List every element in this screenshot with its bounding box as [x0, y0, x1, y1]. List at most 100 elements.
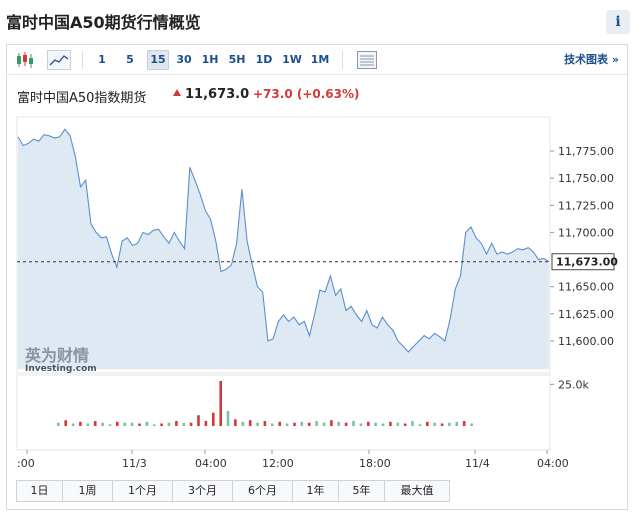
volume-bar	[138, 423, 141, 426]
volume-bar	[93, 421, 97, 426]
instrument-name: 富时中国A50指数期货	[17, 91, 147, 106]
interval-1d[interactable]: 1D	[253, 50, 275, 70]
interval-1m[interactable]: 1M	[308, 50, 332, 70]
time-tick-label: 18:00	[359, 457, 391, 470]
range-3m[interactable]: 3个月	[173, 481, 233, 501]
volume-bar	[293, 422, 296, 426]
volume-bar	[248, 420, 252, 426]
volume-bar	[241, 421, 245, 426]
volume-bar	[212, 412, 215, 426]
range-1d[interactable]: 1日	[17, 481, 63, 501]
volume-bar	[470, 423, 473, 426]
volume-bar	[57, 422, 60, 426]
chart-toolbar: 1 5 15 30 1H 5H 1D 1W 1M 技术图表 »	[7, 45, 627, 75]
time-tick-label: 04:00	[195, 457, 227, 470]
volume-bar	[359, 423, 363, 426]
volume-bar	[374, 422, 377, 426]
volume-bar	[64, 420, 67, 426]
volume-bar	[116, 421, 119, 426]
volume-bar	[307, 422, 311, 426]
interval-1w[interactable]: 1W	[280, 50, 304, 70]
price-chart[interactable]: 11,775.00 11,750.00 11,725.00 11,700.00 11,6…	[7, 105, 627, 495]
interval-1h[interactable]: 1H	[199, 50, 221, 70]
price-tick-label: 11,700.00	[558, 226, 614, 239]
volume-bar	[411, 421, 414, 426]
volume-bar	[152, 424, 156, 426]
time-tick-label: 04:00	[537, 457, 569, 470]
volume-bar	[86, 423, 90, 426]
volume-bar	[130, 422, 134, 426]
volume-bar	[79, 421, 82, 426]
volume-tick-label: 25.0k	[558, 378, 589, 391]
volume-bar	[344, 422, 348, 426]
volume-bar	[352, 421, 355, 426]
range-max[interactable]: 最大值	[385, 481, 449, 501]
volume-bar	[108, 424, 112, 426]
price-tick-label: 11,600.00	[558, 335, 614, 348]
volume-bar	[403, 423, 407, 426]
volume-bar	[197, 415, 200, 426]
volume-bar	[167, 422, 171, 426]
range-1w[interactable]: 1周	[63, 481, 113, 501]
volume-bar	[462, 421, 466, 426]
volume-bar	[389, 421, 392, 426]
instrument-price: 11,673.0	[185, 87, 250, 102]
volume-bar	[71, 423, 75, 426]
technical-chart-link[interactable]: 技术图表 »	[564, 50, 619, 70]
toolbar-separator	[342, 51, 343, 69]
volume-bar	[322, 422, 326, 426]
volume-bar	[426, 421, 429, 426]
price-tick-label: 11,650.00	[558, 281, 614, 294]
candlestick-icon[interactable]	[13, 50, 37, 70]
up-arrow-icon	[173, 89, 181, 96]
price-tick-label: 11,725.00	[558, 199, 614, 212]
time-tick-label: :00	[17, 457, 35, 470]
time-tick-label: 12:00	[262, 457, 294, 470]
volume-bar	[263, 421, 267, 426]
volume-bar	[123, 422, 126, 426]
price-tick-label: 11,775.00	[558, 145, 614, 158]
toolbar-separator	[82, 51, 83, 69]
range-1m[interactable]: 1个月	[113, 481, 173, 501]
watermark-text: Investing.com	[25, 364, 97, 374]
interval-5h[interactable]: 5H	[226, 50, 248, 70]
volume-bar	[256, 422, 259, 426]
volume-plot-area	[16, 374, 551, 451]
volume-bar	[278, 421, 281, 426]
interval-30[interactable]: 30	[173, 50, 195, 70]
volume-bar	[330, 420, 333, 426]
range-6m[interactable]: 6个月	[233, 481, 293, 501]
range-selector: 1日 1周 1个月 3个月 6个月 1年 5年 最大值	[16, 480, 450, 502]
volume-bar	[300, 421, 304, 426]
interval-5[interactable]: 5	[121, 50, 139, 70]
volume-bar	[285, 423, 289, 426]
page-title: 富时中国A50期货行情概览	[6, 13, 201, 32]
interval-1[interactable]: 1	[93, 50, 111, 70]
time-tick-label: 11/3	[122, 457, 147, 470]
range-1y[interactable]: 1年	[293, 481, 339, 501]
time-tick-label: 11/4	[465, 457, 490, 470]
volume-bar	[433, 422, 436, 426]
area-chart-icon[interactable]	[47, 50, 71, 70]
range-5y[interactable]: 5年	[339, 481, 385, 501]
current-price-label: 11,673.00	[556, 256, 618, 269]
info-button[interactable]: i	[606, 10, 630, 34]
volume-bar	[226, 411, 230, 426]
volume-bar	[182, 423, 186, 426]
volume-bar	[204, 421, 208, 426]
volume-bar	[315, 421, 318, 426]
volume-bar	[455, 421, 459, 426]
volume-bar	[219, 381, 222, 426]
volume-bar	[145, 421, 149, 426]
data-table-icon[interactable]	[355, 50, 379, 70]
volume-bar	[101, 422, 104, 426]
volume-bar	[337, 421, 340, 426]
volume-bar	[189, 422, 193, 426]
volume-bar	[418, 424, 422, 426]
volume-bar	[271, 423, 274, 426]
interval-15[interactable]: 15	[147, 50, 169, 70]
volume-bar	[367, 421, 370, 426]
volume-bar	[440, 423, 444, 426]
price-tick-label: 11,625.00	[558, 308, 614, 321]
volume-bar	[381, 423, 385, 426]
